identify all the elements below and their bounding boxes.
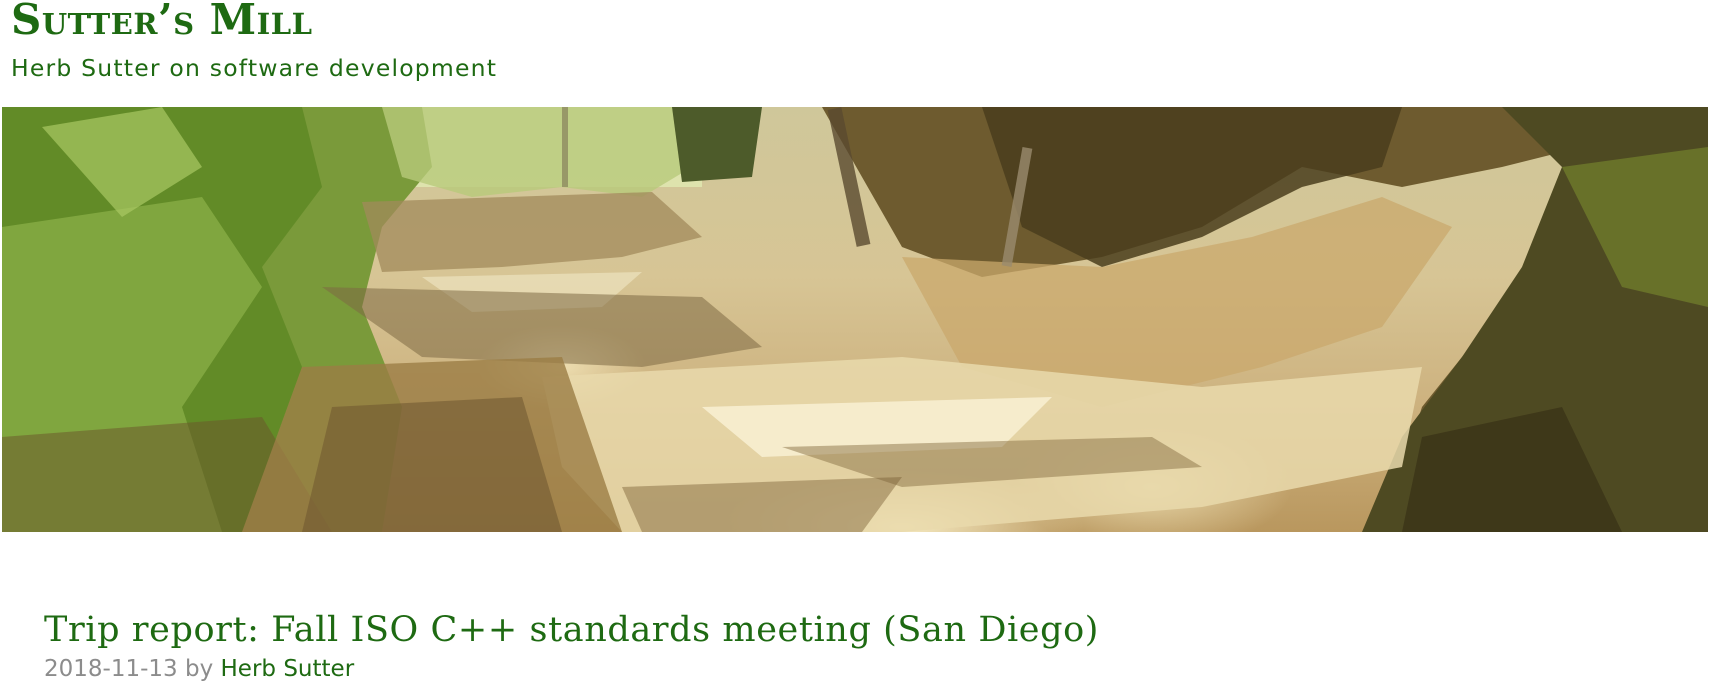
site-tagline: Herb Sutter on software development <box>11 54 498 82</box>
post: Trip report: Fall ISO C++ standards meet… <box>44 608 1099 686</box>
post-date-link[interactable]: 2018-11-13 <box>44 656 178 682</box>
site-header: Sutter’s Mill Herb Sutter on software de… <box>0 0 1710 106</box>
post-title-link[interactable]: Trip report: Fall ISO C++ standards meet… <box>44 608 1099 652</box>
post-meta-by: by <box>184 656 214 682</box>
header-banner-image[interactable] <box>2 107 1708 532</box>
forest-trail-photo <box>2 107 1708 532</box>
post-meta: 2018-11-13 by Herb Sutter <box>44 652 1099 686</box>
site-title-link[interactable]: Sutter’s Mill <box>11 0 312 46</box>
post-author-link[interactable]: Herb Sutter <box>221 656 355 682</box>
